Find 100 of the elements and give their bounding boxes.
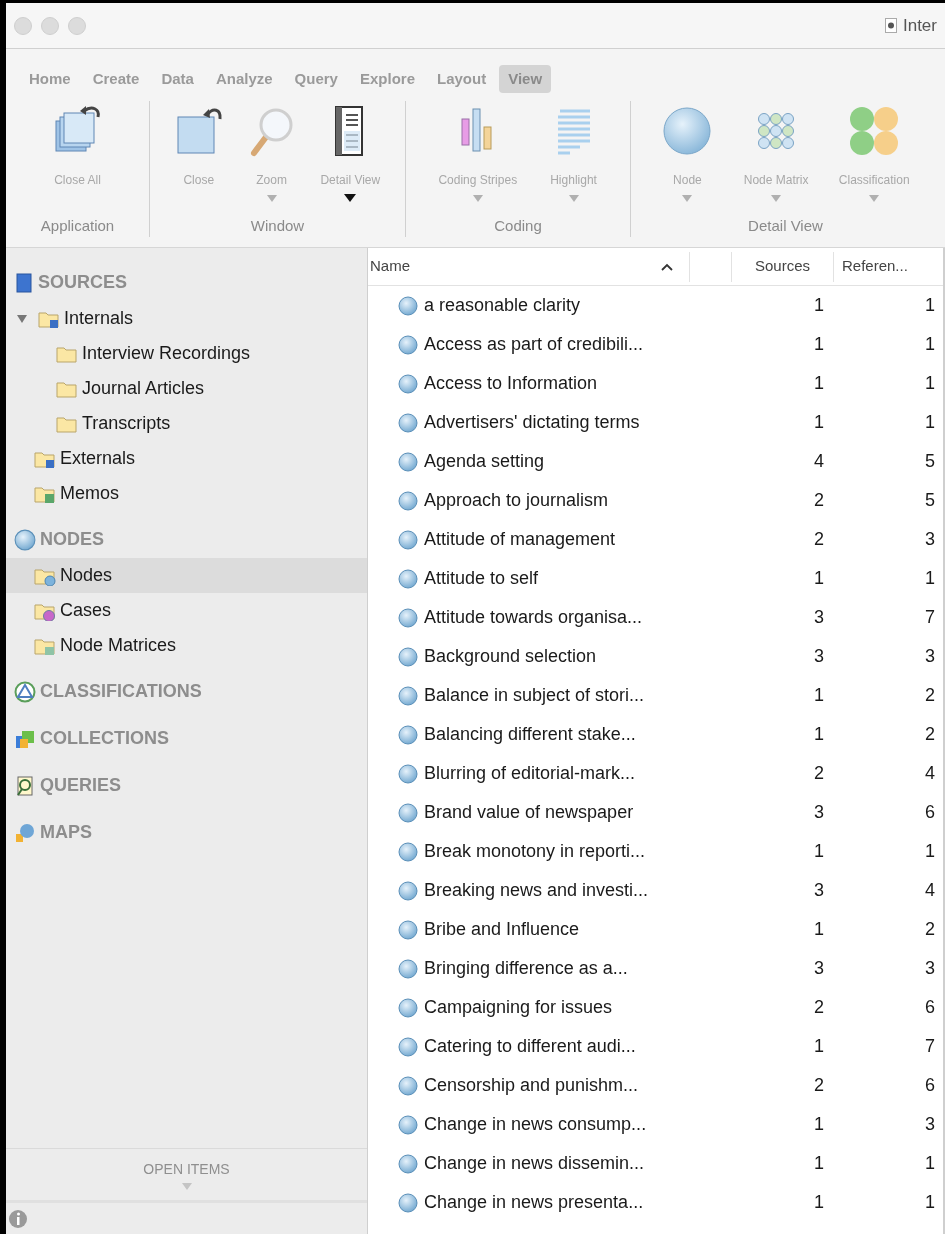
sphere-icon — [398, 334, 418, 355]
node-name: Change in news dissemin... — [424, 1152, 645, 1175]
open-items-label[interactable]: OPEN ITEMS — [143, 1159, 230, 1180]
references-count: 2 — [924, 918, 936, 941]
sources-count: 3 — [813, 801, 824, 824]
sphere-icon — [398, 880, 418, 901]
column-header[interactable]: Name — [368, 251, 690, 282]
sources-count: 1 — [813, 1035, 824, 1058]
sidebar-item[interactable]: Externals — [6, 441, 367, 476]
node-name: Censorship and punishm... — [424, 1074, 639, 1097]
ribbon-button[interactable]: Coding Stripes — [438, 101, 518, 213]
references-count: 6 — [924, 801, 936, 824]
sources-count: 1 — [813, 1113, 824, 1136]
ribbon-button[interactable]: Detail View — [320, 101, 381, 213]
references-count: 7 — [924, 1035, 936, 1058]
references-count: 6 — [924, 996, 936, 1019]
node-name: Balance in subject of stori... — [424, 684, 645, 707]
references-count: 3 — [924, 645, 936, 668]
sources-count: 1 — [813, 918, 824, 941]
sources-count: 3 — [813, 645, 824, 668]
ribbon-tab[interactable]: Analyze — [206, 64, 282, 94]
node-name: Attitude towards organisa... — [424, 606, 643, 629]
node-name: Change in news consump... — [424, 1113, 647, 1136]
references-count: 1 — [924, 840, 936, 863]
column-header[interactable]: Referen... — [834, 251, 943, 282]
sphere-icon — [398, 1075, 418, 1096]
sphere-icon — [398, 568, 418, 589]
references-count: 1 — [924, 1152, 936, 1175]
ribbon-button[interactable]: Close — [174, 101, 223, 213]
ribbon-button[interactable]: Highlight — [549, 101, 598, 213]
references-count: 4 — [924, 762, 936, 785]
sources-count: 2 — [813, 489, 824, 512]
ribbon-tab[interactable]: Home — [20, 64, 80, 94]
caret-icon[interactable] — [181, 1183, 192, 1190]
sphere-icon — [398, 373, 418, 394]
sphere-icon — [398, 1153, 418, 1174]
group-label: Coding — [494, 215, 542, 236]
sphere-icon — [398, 841, 418, 862]
section-header[interactable]: MAPS — [6, 814, 367, 851]
column-header[interactable]: Sources — [732, 251, 834, 282]
section-header[interactable]: QUERIES — [6, 767, 367, 804]
node-name: Break monotony in reporti... — [424, 840, 646, 863]
ribbon-tab[interactable]: Query — [285, 64, 347, 94]
node-name: Approach to journalism — [424, 489, 609, 512]
references-count: 5 — [924, 489, 936, 512]
sources-count: 2 — [813, 762, 824, 785]
section-header[interactable]: CLASSIFICATIONS — [6, 673, 367, 710]
info-icon[interactable] — [8, 1208, 28, 1229]
section-header[interactable]: SOURCES — [6, 264, 367, 301]
node-name: a reasonable clarity — [424, 294, 581, 317]
ribbon-button[interactable]: Node Matrix — [743, 101, 809, 213]
sources-count: 1 — [813, 723, 824, 746]
references-count: 3 — [924, 1113, 936, 1136]
references-count: 2 — [924, 723, 936, 746]
node-name: Access to Information — [424, 372, 598, 395]
ribbon-button[interactable]: Zoom — [247, 101, 296, 213]
sources-count: 2 — [813, 996, 824, 1019]
sources-count: 1 — [813, 567, 824, 590]
sidebar-item[interactable]: Journal Articles — [6, 371, 367, 406]
window-control[interactable] — [14, 16, 32, 35]
sphere-icon — [398, 529, 418, 550]
sources-count: 3 — [813, 879, 824, 902]
section-header[interactable]: COLLECTIONS — [6, 720, 367, 757]
ribbon-tab[interactable]: View — [499, 64, 552, 94]
sidebar-item[interactable]: Node Matrices — [6, 628, 367, 663]
sources-count: 1 — [813, 411, 824, 434]
disclosure-triangle-icon[interactable] — [16, 312, 28, 325]
sources-count: 1 — [813, 840, 824, 863]
ribbon-tab[interactable]: Create — [83, 64, 149, 94]
references-count: 1 — [924, 411, 936, 434]
sidebar-item[interactable]: Cases — [6, 593, 367, 628]
sidebar-item[interactable]: Memos — [6, 476, 367, 511]
sources-count: 1 — [813, 684, 824, 707]
ribbon-tab[interactable]: Explore — [350, 64, 424, 94]
node-name: Brand value of newspaper — [424, 801, 634, 824]
ribbon-button[interactable]: Classification — [838, 101, 910, 213]
sidebar-item[interactable]: Transcripts — [6, 406, 367, 441]
window-control[interactable] — [41, 16, 59, 35]
references-count: 1 — [924, 333, 936, 356]
node-name: Bringing difference as a... — [424, 957, 628, 980]
node-name: Background selection — [424, 645, 597, 668]
sources-count: 1 — [813, 372, 824, 395]
sidebar-item[interactable]: Interview Recordings — [6, 336, 367, 371]
map-shapes-icon — [14, 821, 36, 844]
references-count: 1 — [924, 372, 936, 395]
node-name: Bribe and Influence — [424, 918, 580, 941]
references-count: 6 — [924, 1074, 936, 1097]
ribbon-tab[interactable]: Layout — [428, 64, 496, 94]
section-header[interactable]: NODES — [6, 521, 367, 558]
sphere-icon — [398, 607, 418, 628]
ribbon-button[interactable]: Node — [661, 101, 714, 213]
sidebar-item[interactable]: Nodes — [6, 558, 367, 593]
ribbon-button[interactable]: Close All — [53, 101, 102, 213]
window-title: Inter — [902, 14, 937, 37]
node-name: Catering to different audi... — [424, 1035, 636, 1058]
document-icon — [884, 18, 897, 33]
references-count: 1 — [924, 294, 936, 317]
ribbon-tab[interactable]: Data — [152, 64, 203, 94]
window-control[interactable] — [68, 16, 86, 35]
sidebar-item[interactable]: Internals — [6, 301, 367, 336]
